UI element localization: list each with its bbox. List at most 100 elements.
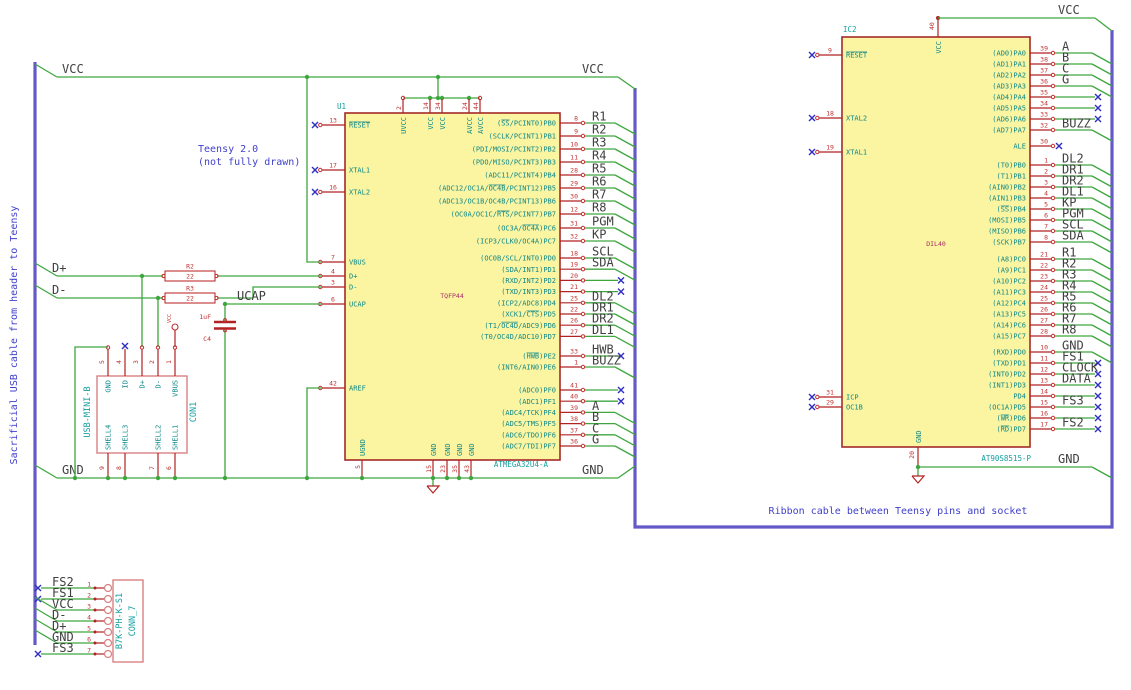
pin-name: PD4 — [1013, 393, 1026, 401]
c4-value: 1uF — [199, 313, 211, 321]
net-label-gnd: GND — [62, 463, 84, 477]
junction-dot — [105, 475, 111, 481]
bus-entry — [614, 227, 636, 240]
pin-name: (XCK1/CTS)PD5 — [501, 311, 556, 319]
pin-end — [1050, 50, 1056, 56]
pin-name: (PDO/MISO/PCINT3)PB3 — [472, 159, 556, 167]
pin-name: (T0)PB0 — [996, 162, 1026, 170]
pin-name: XTAL1 — [349, 167, 370, 175]
pin-number: 9 — [828, 47, 832, 55]
pin-name: (INT6/AIN0)PE6 — [497, 364, 556, 372]
pin-number: 21 — [1040, 251, 1048, 259]
pin-end — [580, 198, 586, 204]
pin-number: 42 — [329, 380, 337, 388]
pin-end — [1050, 105, 1056, 111]
resistor-r3-value: 22 — [186, 295, 194, 303]
pin-number: 14 — [422, 102, 430, 110]
pin-name: (RD)PD7 — [996, 426, 1026, 434]
bus-entry — [34, 63, 58, 78]
wire — [306, 387, 321, 478]
pin-end — [580, 289, 586, 294]
net-label-gnd: GND — [582, 463, 604, 477]
conn7-reference: CONN_7 — [128, 606, 138, 637]
pin-number: 25 — [570, 294, 578, 302]
net-label: R2 — [592, 123, 606, 137]
pin-number: 4 — [115, 360, 123, 364]
pin-name: (A8)PC0 — [996, 256, 1026, 264]
pin-number: 40 — [570, 393, 578, 401]
pin-name: SHELL4 — [105, 425, 113, 450]
pin-name: (AD7)PA7 — [992, 127, 1026, 135]
pin-number: 7 — [1044, 223, 1048, 231]
pin-number: 18 — [570, 250, 578, 258]
bus-entry — [614, 335, 636, 348]
pin-name: GND — [468, 443, 476, 456]
pin-end — [1050, 162, 1056, 168]
net-label-dplus: D+ — [52, 261, 66, 275]
pin-name: (ADC6/TDO)PF6 — [501, 431, 556, 439]
pin-name: (SS/PCINT0)PB0 — [497, 120, 556, 128]
pin-number: 4 — [331, 268, 335, 276]
bus-entry — [1091, 74, 1113, 87]
net-label: SDA — [1062, 229, 1084, 243]
junction-dot — [359, 475, 365, 481]
net-label: R1 — [592, 110, 606, 124]
pin-number: 35 — [1040, 89, 1048, 97]
note-teensy-line1: Teensy 2.0 — [198, 144, 258, 155]
pin-end — [1050, 404, 1056, 410]
pin-number: 27 — [1040, 317, 1048, 325]
pin-name: D+ — [139, 380, 147, 388]
pin-name: UGND — [359, 439, 367, 456]
bus-entry — [1091, 280, 1113, 293]
pin-name: (AD3)PA3 — [992, 83, 1026, 91]
pin-number: 5 — [98, 360, 106, 364]
junction-dot — [304, 475, 310, 481]
bus-entry — [34, 464, 58, 479]
junction-dot — [444, 475, 450, 481]
pin-number: 39 — [1040, 45, 1048, 53]
pin-end — [161, 273, 166, 279]
bus-entry — [1091, 175, 1113, 188]
pin-name: AVCC — [477, 117, 485, 134]
bus-entry — [614, 213, 636, 226]
bus-entry — [614, 174, 636, 187]
pin-end — [318, 189, 323, 195]
pin-name: SHELL3 — [122, 425, 130, 450]
pin-number: 7 — [87, 647, 91, 655]
vcc-symbol-icon — [171, 323, 179, 331]
pin-number: 36 — [570, 438, 578, 446]
net-label: FS2 — [1062, 416, 1084, 430]
pin-number: 36 — [1040, 78, 1048, 86]
bus-entry — [1091, 63, 1113, 76]
pin-end — [580, 185, 586, 191]
pin-number: 6 — [165, 466, 173, 470]
bus-entry — [614, 302, 636, 315]
pin-number: 2 — [87, 592, 91, 600]
pin-end — [580, 364, 586, 370]
pin-number: 21 — [570, 283, 578, 291]
pin-number: 37 — [570, 426, 578, 434]
pin-name: VCC — [427, 117, 435, 130]
pin-name: (SCLK/PCINT1)PB1 — [489, 133, 556, 141]
c4-reference: C4 — [203, 335, 211, 343]
u1-value: ATMEGA32U4-A — [494, 460, 549, 469]
pin-number: 5 — [1044, 201, 1048, 209]
connector-pin-icon — [103, 649, 113, 659]
bus-entry — [617, 76, 636, 90]
ic2-value: AT90S8515-P — [981, 454, 1031, 463]
bus-entry — [614, 257, 636, 270]
pin-number: 1 — [87, 581, 91, 589]
pin-number: 38 — [570, 415, 578, 423]
pin-number: 16 — [1040, 410, 1048, 418]
pin-end — [580, 267, 586, 272]
pin-end — [580, 133, 586, 139]
junction-dot — [155, 475, 161, 481]
pin-name: (AD6)PA6 — [992, 116, 1026, 124]
pin-number: 11 — [1040, 355, 1048, 363]
pin-number: 9 — [98, 466, 106, 470]
net-label: DL1 — [592, 323, 614, 337]
pin-number: 3 — [1044, 179, 1048, 187]
pin-end — [1050, 116, 1056, 122]
pin-number: 15 — [425, 465, 433, 473]
pin-end — [580, 146, 586, 152]
